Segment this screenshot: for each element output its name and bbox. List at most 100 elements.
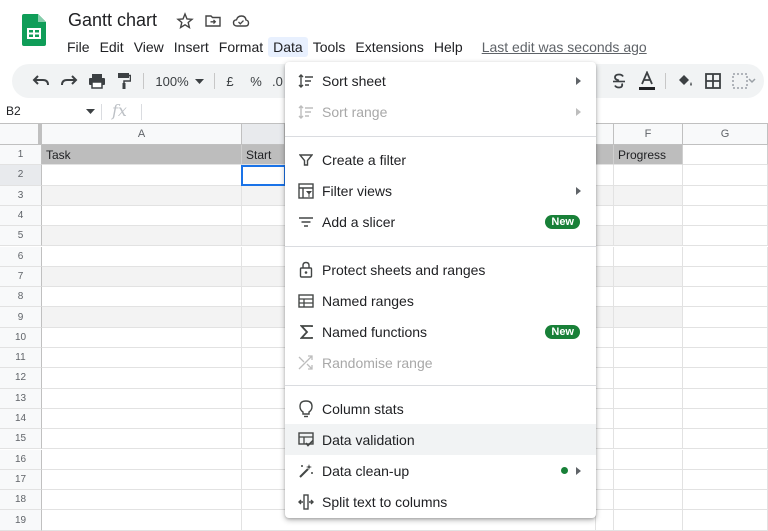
cell[interactable] [42, 348, 242, 369]
menu-item-sort-range[interactable]: Sort range [285, 96, 596, 127]
borders-icon[interactable] [703, 64, 723, 98]
cell[interactable] [596, 510, 614, 531]
cell[interactable] [42, 368, 242, 389]
row-header[interactable]: 18 [0, 490, 42, 511]
decimal-decrease-button[interactable]: .0 [272, 64, 284, 98]
cell[interactable] [683, 185, 768, 206]
currency-format-button[interactable]: £ [222, 64, 238, 98]
cell[interactable] [683, 165, 768, 186]
document-title[interactable]: Gantt chart [68, 10, 157, 31]
cell[interactable] [614, 307, 683, 328]
fill-color-icon[interactable] [675, 64, 695, 98]
cell[interactable] [683, 429, 768, 450]
menu-view[interactable]: View [129, 37, 169, 57]
cell[interactable] [42, 266, 242, 288]
row-header[interactable]: 17 [0, 469, 42, 491]
row-header[interactable]: 4 [0, 205, 42, 227]
menu-data[interactable]: Data [268, 37, 308, 57]
cell[interactable] [683, 408, 768, 430]
cell[interactable] [614, 165, 683, 186]
cell[interactable] [614, 266, 683, 288]
cell[interactable] [596, 226, 614, 247]
cell[interactable]: Task [42, 145, 242, 166]
cell[interactable]: Progress [614, 145, 683, 166]
cell[interactable] [596, 145, 614, 166]
cell[interactable] [614, 348, 683, 369]
cell[interactable] [614, 490, 683, 511]
row-header[interactable]: 10 [0, 327, 42, 348]
menu-extensions[interactable]: Extensions [350, 37, 428, 57]
row-header[interactable]: 6 [0, 246, 42, 267]
cell[interactable] [614, 429, 683, 450]
cell[interactable] [614, 368, 683, 389]
sheets-logo-icon[interactable] [22, 14, 46, 46]
row-header[interactable]: 3 [0, 185, 42, 206]
cell[interactable] [683, 287, 768, 308]
cell[interactable] [614, 327, 683, 348]
cell[interactable] [683, 510, 768, 531]
cell[interactable] [683, 226, 768, 247]
cell[interactable] [596, 246, 614, 267]
zoom-select[interactable]: 100% [154, 64, 190, 98]
row-header[interactable]: 1 [0, 145, 42, 166]
last-edit-link[interactable]: Last edit was seconds ago [482, 39, 647, 55]
menu-format[interactable]: Format [214, 37, 268, 57]
cell[interactable] [614, 287, 683, 308]
print-icon[interactable] [86, 64, 108, 98]
cell[interactable] [596, 368, 614, 389]
menu-item-create-a-filter[interactable]: Create a filter [285, 144, 596, 175]
menu-insert[interactable]: Insert [169, 37, 214, 57]
cell[interactable] [42, 388, 242, 409]
cell[interactable] [596, 388, 614, 409]
cell[interactable] [42, 490, 242, 511]
cell[interactable] [596, 429, 614, 450]
percent-format-button[interactable]: % [248, 64, 264, 98]
row-header[interactable]: 8 [0, 287, 42, 308]
menu-item-named-ranges[interactable]: Named ranges [285, 285, 596, 316]
menu-item-randomise-range[interactable]: Randomise range [285, 347, 596, 378]
menu-file[interactable]: File [62, 37, 95, 57]
cell[interactable] [42, 327, 242, 348]
cell[interactable] [596, 165, 614, 186]
cell[interactable] [683, 388, 768, 409]
cell[interactable] [42, 226, 242, 247]
cell[interactable] [42, 469, 242, 491]
row-header[interactable]: 9 [0, 307, 42, 328]
column-header-e[interactable] [596, 124, 614, 145]
cell[interactable] [596, 266, 614, 288]
cell[interactable] [683, 449, 768, 470]
row-header[interactable]: 7 [0, 266, 42, 288]
text-color-icon[interactable] [636, 64, 658, 98]
cell[interactable] [42, 185, 242, 206]
cell[interactable] [596, 205, 614, 227]
cell[interactable] [683, 266, 768, 288]
undo-icon[interactable] [30, 64, 52, 98]
star-icon[interactable] [176, 12, 194, 30]
row-header[interactable]: 12 [0, 368, 42, 389]
merge-cells-icon[interactable] [732, 64, 756, 98]
menu-item-protect-sheets-and-ranges[interactable]: Protect sheets and ranges [285, 254, 596, 285]
cell[interactable] [42, 165, 242, 186]
name-box-dropdown-icon[interactable] [86, 109, 95, 114]
move-folder-icon[interactable] [204, 12, 222, 30]
menu-item-split-text-to-columns[interactable]: Split text to columns [285, 486, 596, 517]
cell[interactable] [683, 469, 768, 491]
select-all-corner[interactable] [0, 124, 42, 145]
row-header[interactable]: 14 [0, 408, 42, 430]
column-header-g[interactable]: G [683, 124, 768, 145]
row-header[interactable]: 11 [0, 348, 42, 369]
menu-item-sort-sheet[interactable]: Sort sheet [285, 65, 596, 96]
cell[interactable] [614, 205, 683, 227]
paint-format-icon[interactable] [113, 64, 135, 98]
menu-help[interactable]: Help [429, 37, 468, 57]
cell[interactable] [683, 327, 768, 348]
redo-icon[interactable] [58, 64, 80, 98]
row-header[interactable]: 15 [0, 429, 42, 450]
cell[interactable] [42, 307, 242, 328]
menu-edit[interactable]: Edit [95, 37, 129, 57]
cell[interactable] [614, 469, 683, 491]
cell[interactable] [596, 490, 614, 511]
cell[interactable] [614, 246, 683, 267]
column-header-f[interactable]: F [614, 124, 683, 145]
row-header[interactable]: 16 [0, 449, 42, 470]
